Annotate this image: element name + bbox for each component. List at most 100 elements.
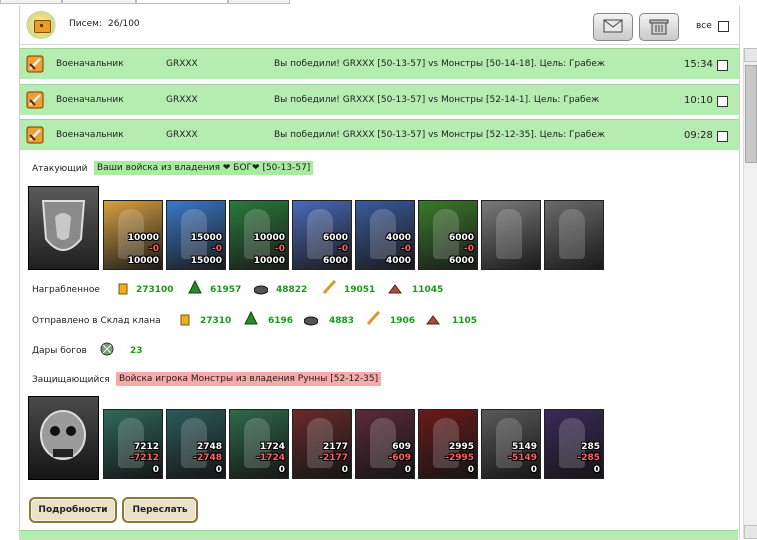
message-time: 15:34 <box>684 59 713 70</box>
scroll-down-button[interactable] <box>744 525 757 539</box>
attacker-hero-portrait[interactable] <box>28 186 99 270</box>
message-subject[interactable]: Вы победили! GRXXX [50-13-57] vs Монстры… <box>274 130 605 140</box>
message-subject[interactable]: Вы победили! GRXXX [50-13-57] vs Монстры… <box>274 59 605 69</box>
letters-count: 26/100 <box>108 19 140 29</box>
forward-button[interactable]: Переслать <box>122 497 198 523</box>
clan-wheat: 1906 <box>390 316 416 326</box>
clan-ore: 4883 <box>329 316 355 326</box>
loot-ore: 48822 <box>276 285 308 295</box>
army-unit[interactable]: 5149 -5149 0 <box>481 409 541 479</box>
unit-lost: -609 <box>388 453 411 463</box>
unit-remain: 15000 <box>190 256 222 266</box>
compose-button[interactable] <box>593 13 633 41</box>
message-player: GRXXX <box>166 95 198 105</box>
loot-hide: 11045 <box>412 285 444 295</box>
mail-panel: Писем: 26/100 все Военачальник GRXXX Вы … <box>19 6 740 539</box>
clan-hide: 1105 <box>452 316 478 326</box>
army-unit[interactable] <box>544 200 604 270</box>
army-unit[interactable]: 6000 -0 6000 <box>418 200 478 270</box>
message-row[interactable]: Военачальник GRXXX Вы победили! GRXXX [5… <box>20 84 739 115</box>
letters-label: Писем: <box>69 19 102 29</box>
unit-lost: -2748 <box>193 453 222 463</box>
unit-initial: 609 <box>392 442 411 452</box>
inbox-button[interactable] <box>26 11 56 39</box>
hide-icon <box>426 315 440 325</box>
unit-remain: 0 <box>530 465 537 475</box>
army-unit[interactable]: 10000 -0 10000 <box>229 200 289 270</box>
unit-lost: -5149 <box>508 453 537 463</box>
army-unit[interactable]: 10000 -0 10000 <box>103 200 163 270</box>
army-unit[interactable] <box>481 200 541 270</box>
unit-figure-icon <box>496 209 522 259</box>
unit-initial: 2748 <box>196 442 222 452</box>
clan-label: Отправлено в Склад клана <box>32 316 161 326</box>
message-player: GRXXX <box>166 130 198 140</box>
sword-icon <box>26 126 44 144</box>
army-unit[interactable]: 2748 -2748 0 <box>166 409 226 479</box>
unit-remain: 6000 <box>322 256 348 266</box>
unit-remain: 0 <box>341 465 348 475</box>
army-unit[interactable]: 2177 -2177 0 <box>292 409 352 479</box>
select-all-label: все <box>696 21 712 31</box>
select-all-checkbox[interactable] <box>718 21 729 32</box>
tab-3[interactable] <box>136 0 228 4</box>
message-row-expanded[interactable]: Военачальник GRXXX Вы победили! GRXXX [5… <box>20 119 739 150</box>
loot-gold: 273100 <box>136 285 174 295</box>
wood-icon <box>244 311 258 325</box>
unit-initial: 285 <box>581 442 600 452</box>
scroll-thumb[interactable] <box>745 65 757 163</box>
army-unit[interactable]: 6000 -0 6000 <box>292 200 352 270</box>
army-unit[interactable]: 4000 -0 4000 <box>355 200 415 270</box>
army-unit[interactable]: 2995 -2995 0 <box>418 409 478 479</box>
unit-lost: -0 <box>338 244 348 254</box>
scroll-up-button[interactable] <box>744 48 757 62</box>
loot-label: Награбленное <box>32 285 100 295</box>
trash-icon <box>649 19 669 35</box>
gifts-value: 23 <box>130 346 143 356</box>
clan-wood: 6196 <box>268 316 294 326</box>
gifts-label: Дары богов <box>32 346 87 356</box>
unit-initial: 10000 <box>253 233 285 243</box>
tab-1[interactable] <box>0 0 62 4</box>
message-from: Военачальник <box>56 59 124 69</box>
ore-icon <box>304 316 318 326</box>
unit-lost: -0 <box>401 244 411 254</box>
unit-lost: -7212 <box>130 453 159 463</box>
delete-button[interactable] <box>639 13 679 41</box>
message-from: Военачальник <box>56 130 124 140</box>
sword-icon <box>26 91 44 109</box>
envelope-icon <box>603 19 623 33</box>
tab-4[interactable] <box>228 0 290 4</box>
message-checkbox[interactable] <box>717 96 728 107</box>
sword-icon <box>26 55 44 73</box>
gold-icon <box>118 283 128 295</box>
unit-lost: -0 <box>149 244 159 254</box>
hide-icon <box>388 284 402 294</box>
unit-initial: 1724 <box>259 442 285 452</box>
army-unit[interactable]: 609 -609 0 <box>355 409 415 479</box>
shield-lion-icon <box>41 200 86 251</box>
clan-gold: 27310 <box>200 316 232 326</box>
message-time: 09:28 <box>684 130 713 141</box>
army-unit[interactable]: 1724 -1724 0 <box>229 409 289 479</box>
defender-hero-portrait[interactable] <box>28 396 99 480</box>
wood-icon <box>188 280 202 294</box>
wheat-icon <box>322 280 336 294</box>
unit-remain: 10000 <box>253 256 285 266</box>
army-unit[interactable]: 285 -285 0 <box>544 409 604 479</box>
army-unit[interactable]: 15000 -0 15000 <box>166 200 226 270</box>
message-checkbox[interactable] <box>717 131 728 142</box>
message-subject[interactable]: Вы победили! GRXXX [50-13-57] vs Монстры… <box>274 95 599 105</box>
message-checkbox[interactable] <box>717 60 728 71</box>
unit-initial: 6000 <box>448 233 474 243</box>
army-unit[interactable]: 7212 -7212 0 <box>103 409 163 479</box>
unit-lost: -1724 <box>256 453 285 463</box>
unit-lost: -0 <box>275 244 285 254</box>
unit-remain: 10000 <box>127 256 159 266</box>
scrollbar[interactable] <box>743 48 757 539</box>
details-button[interactable]: Подробности <box>29 497 117 523</box>
tab-2[interactable] <box>62 0 136 4</box>
unit-initial: 10000 <box>127 233 159 243</box>
message-row[interactable]: Военачальник GRXXX Вы победили! GRXXX [5… <box>20 48 739 79</box>
unit-remain: 0 <box>593 465 600 475</box>
